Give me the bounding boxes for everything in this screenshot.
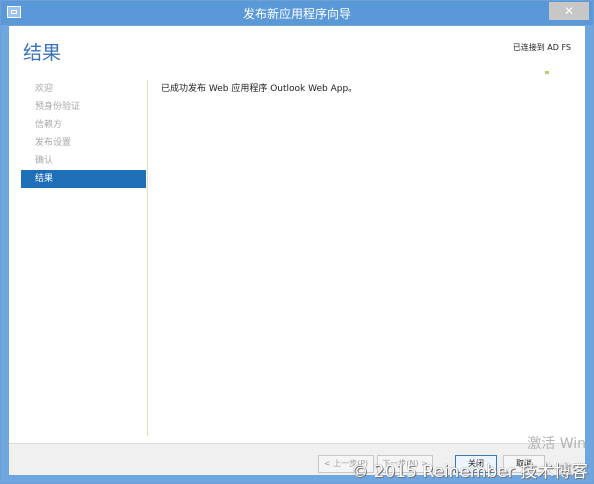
status-indicator-icon (545, 71, 549, 74)
activation-watermark: 激活 Win (527, 436, 586, 452)
nav-divider (147, 80, 148, 436)
nav-step-relying-party[interactable]: 信赖方 (21, 116, 146, 134)
wizard-client-area: 结果 已连接到 AD FS 欢迎 预身份验证 信赖方 发布设置 确认 结果 已成… (9, 26, 585, 475)
result-message: 已成功发布 Web 应用程序 Outlook Web App。 (161, 84, 358, 94)
close-window-button[interactable]: ✕ (549, 2, 589, 20)
nav-step-welcome[interactable]: 欢迎 (21, 80, 146, 98)
window-title: 发布新应用程序向导 (242, 7, 351, 21)
wizard-steps-nav: 欢迎 预身份验证 信赖方 发布设置 确认 结果 (21, 80, 146, 188)
nav-step-publish-settings[interactable]: 发布设置 (21, 134, 146, 152)
wizard-window: 发布新应用程序向导 ✕ 结果 已连接到 AD FS 欢迎 预身份验证 信赖方 发… (0, 0, 594, 484)
title-bar: 发布新应用程序向导 ✕ (1, 1, 593, 25)
credit-watermark: © 2015 Reinember 技术博客 (351, 462, 588, 482)
connection-status: 已连接到 AD FS (512, 43, 571, 52)
nav-step-confirm[interactable]: 确认 (21, 152, 146, 170)
page-title: 结果 (23, 42, 62, 64)
nav-step-results[interactable]: 结果 (21, 170, 146, 188)
nav-step-preauth[interactable]: 预身份验证 (21, 98, 146, 116)
